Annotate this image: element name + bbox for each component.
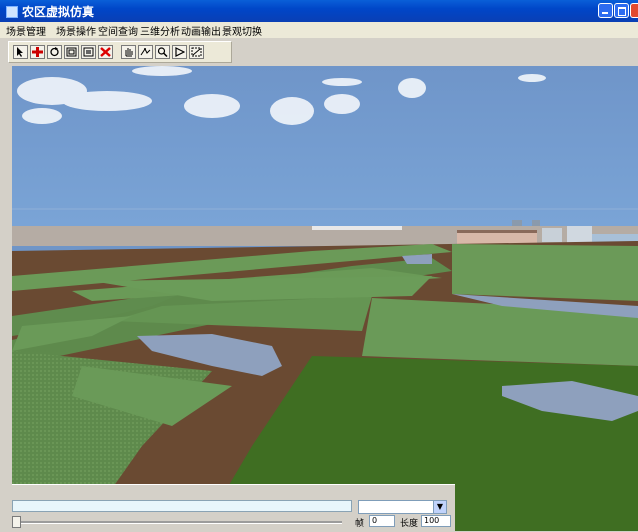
- zoom-tool-button[interactable]: [155, 45, 170, 59]
- delete-icon: [100, 47, 111, 57]
- play-tool-button[interactable]: [172, 45, 187, 59]
- pan-icon: [125, 48, 133, 57]
- fit-view-tool-button[interactable]: [189, 45, 204, 59]
- zoom-box-tool-button[interactable]: [64, 45, 79, 59]
- full-extent-tool-button[interactable]: [81, 45, 96, 59]
- close-button[interactable]: [630, 3, 638, 18]
- menu-spatial-query[interactable]: 空间查询: [98, 23, 138, 38]
- fly-tool-button[interactable]: [138, 45, 153, 59]
- fit-view-icon: [191, 47, 202, 57]
- maximize-button[interactable]: [614, 3, 629, 18]
- delete-tool-button[interactable]: [98, 45, 113, 59]
- window-title: 农区虚拟仿真: [22, 5, 95, 19]
- rotate-icon: [50, 47, 59, 57]
- rotate-tool-button[interactable]: [47, 45, 62, 59]
- timeline-slider-thumb[interactable]: [12, 516, 21, 528]
- frame-label: 帧: [355, 519, 365, 529]
- menu-landscape-switch[interactable]: 景观切换: [222, 23, 262, 38]
- menu-scene-management[interactable]: 场景管理: [6, 23, 46, 38]
- zoom-icon: [157, 47, 168, 57]
- 3d-scene-viewport[interactable]: [12, 66, 638, 531]
- zoom-box-icon: [66, 47, 77, 57]
- pointer-tool-button[interactable]: [13, 45, 28, 59]
- menu-bar: 场景管理 场景操作 空间查询 三维分析 动画输出 景观切换: [0, 22, 638, 38]
- move-tool-button[interactable]: [30, 45, 45, 59]
- animation-progress-bar: [12, 500, 352, 512]
- play-icon: [175, 47, 185, 57]
- length-input[interactable]: 100: [421, 515, 451, 527]
- length-label: 长度: [400, 519, 419, 529]
- frame-input[interactable]: 0: [369, 515, 395, 527]
- app-icon: [6, 6, 18, 18]
- sky: [12, 66, 638, 226]
- pan-tool-button[interactable]: [121, 45, 136, 59]
- fly-icon: [140, 48, 151, 56]
- pointer-icon: [17, 47, 23, 57]
- toolbar: [8, 41, 232, 63]
- chevron-down-icon[interactable]: ▼: [433, 501, 446, 513]
- minimize-button[interactable]: [598, 3, 613, 18]
- farm-scene-render: [12, 66, 638, 531]
- menu-animation-output[interactable]: 动画输出: [181, 23, 221, 38]
- title-bar: 农区虚拟仿真: [0, 0, 638, 22]
- timeline-slider-track[interactable]: [12, 521, 342, 524]
- view-select[interactable]: ▼: [358, 500, 447, 514]
- menu-scene-operation[interactable]: 场景操作: [56, 23, 96, 38]
- menu-3d-analysis[interactable]: 三维分析: [140, 23, 180, 38]
- full-extent-icon: [83, 47, 94, 57]
- move-icon: [32, 47, 43, 57]
